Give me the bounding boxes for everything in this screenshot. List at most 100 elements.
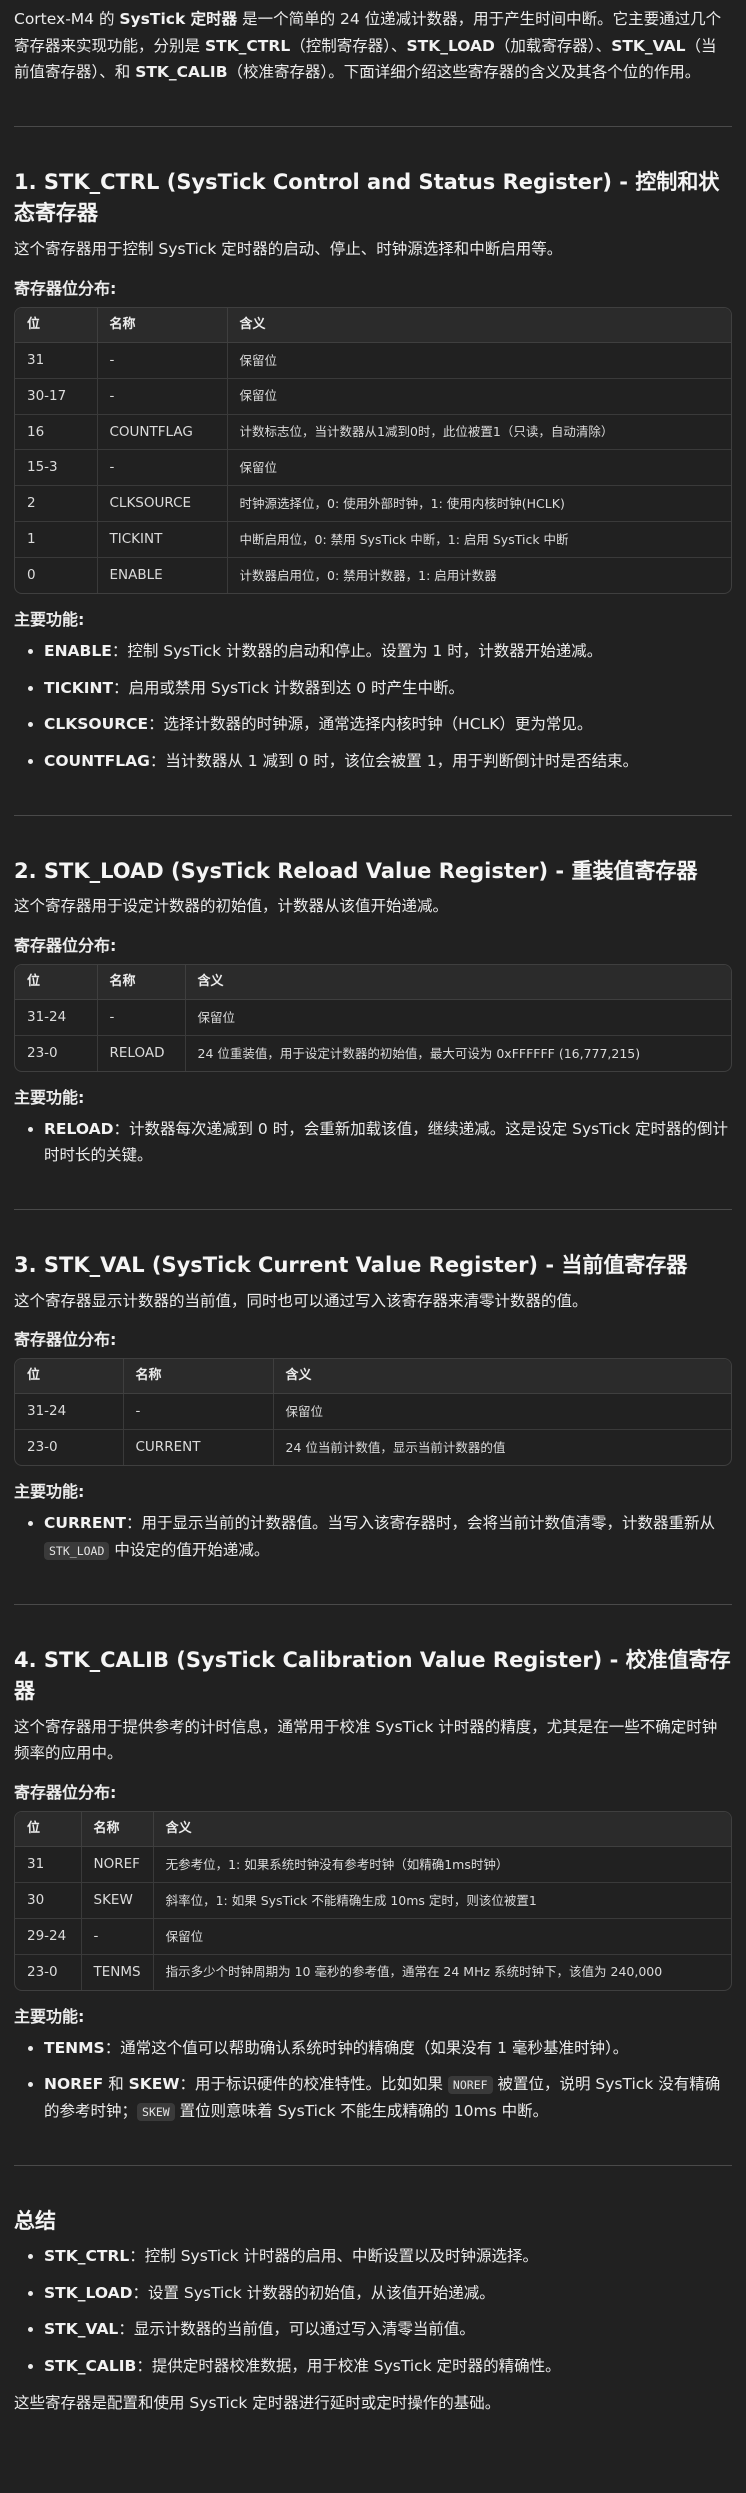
table-header-row: 位 名称 含义 [15, 1811, 731, 1848]
cell-meaning: 无参考位，1: 如果系统时钟没有参考时钟（如精确1ms时钟） [153, 1846, 731, 1883]
cell-bit: 2 [15, 485, 98, 523]
item-text: ：控制 SysTick 计数器的启动和停止。设置为 1 时，计数器开始递减。 [111, 642, 603, 661]
table-row: 15-3- 保留位 [15, 449, 731, 487]
list-item: COUNTFLAG：当计数器从 1 减到 0 时，该位会被置 1，用于判断倒计时… [44, 748, 732, 775]
table-header-row: 位 名称 含义 [15, 964, 731, 1001]
section-description: 这个寄存器显示计数器的当前值，同时也可以通过写入该寄存器来清零计数器的值。 [14, 1291, 588, 1310]
cell-meaning: 保留位 [227, 342, 731, 379]
cell-meaning: 计数器启用位，0: 禁用计数器，1: 启用计数器 [239, 567, 497, 583]
item-key: NOREF [44, 2075, 104, 2094]
item-text: ：用于标识硬件的校准特性。比如如果 [179, 2075, 448, 2094]
list-item: CURRENT：用于显示当前的计数器值。当写入该寄存器时，会将当前计数值清零，计… [44, 1510, 732, 1563]
item-text: 中设定的值开始递减。 [109, 1540, 270, 1559]
header-meaning: 含义 [185, 964, 731, 1001]
section-description: 这个寄存器用于控制 SysTick 定时器的启动、停止、时钟源选择和中断启用等。 [14, 239, 563, 258]
section-stk-calib: 4. STK_CALIB (SysTick Calibration Value … [14, 1645, 732, 2125]
cell-name: - [81, 1918, 154, 1955]
list-item: TICKINT：启用或禁用 SysTick 计数器到达 0 时产生中断。 [44, 675, 732, 702]
intro-bold: STK_LOAD [406, 36, 495, 55]
intro-paragraph: Cortex-M4 的 SysTick 定时器 是一个简单的 24 位递减计数器… [14, 6, 732, 86]
cell-bit: 30 [15, 1882, 82, 1919]
header-name: 名称 [97, 307, 228, 343]
cell-meaning: 斜率位，1: 如果 SysTick 不能精确生成 10ms 定时，则该位被置1 [153, 1882, 731, 1919]
header-name: 名称 [123, 1359, 274, 1395]
table-row: 31-24- 保留位 [15, 1393, 731, 1431]
item-text: ：提供定时器校准数据，用于校准 SysTick 定时器的精确性。 [136, 2357, 561, 2376]
intro-bold: STK_VAL [611, 36, 686, 55]
table-row: 31- 保留位 [15, 342, 731, 379]
register-table: 位 名称 含义 31- 保留位 30-17- 保留位 16 COUNTFLAG 计数标志… [14, 306, 732, 595]
item-key: STK_VAL [44, 2320, 119, 2339]
header-bit: 位 [15, 1359, 124, 1395]
functions-heading: 主要功能: [14, 1482, 85, 1502]
list-item: CLKSOURCE：选择计数器的时钟源，通常选择内核时钟（HCLK）更为常见。 [44, 711, 732, 738]
cell-bit: 31 [15, 1846, 82, 1883]
table-row: 23-0 TENMS 指示多少个时钟周期为 10 毫秒的参考值，通常在 24 MHz… [15, 1954, 731, 1990]
table-row: 29-24- 保留位 [15, 1918, 731, 1955]
header-meaning: 含义 [153, 1811, 731, 1848]
list-item: NOREF 和 SKEW：用于标识硬件的校准特性。比如如果 NOREF 被置位，… [44, 2071, 732, 2124]
section-title: 4. STK_CALIB (SysTick Calibration Value … [14, 1647, 731, 1704]
cell-name: ENABLE [97, 557, 228, 594]
register-layout-heading: 寄存器位分布: [14, 1782, 117, 1802]
cell-meaning: 中断启用位，0: 禁用 SysTick 中断，1: 启用 SysTick 中断 [227, 521, 731, 559]
functions-list: RELOAD：计数器每次递减到 0 时，会重新加载该值，继续递减。这是设定 Sy… [14, 1116, 732, 1169]
item-key: COUNTFLAG [44, 752, 150, 771]
cell-bit: 23-0 [15, 1429, 124, 1466]
section-description: 这个寄存器用于设定计数器的初始值，计数器从该值开始递减。 [14, 897, 449, 916]
header-name: 名称 [81, 1811, 154, 1848]
section-title: 1. STK_CTRL (SysTick Control and Status … [14, 169, 720, 226]
item-text: ：控制 SysTick 计时器的启用、中断设置以及时钟源选择。 [129, 2247, 539, 2266]
section-title: 2. STK_LOAD (SysTick Reload Value Regist… [14, 858, 698, 883]
functions-heading: 主要功能: [14, 1087, 85, 1107]
register-table: 位 名称 含义 31-24- 保留位 23-0 CURRENT 24 位当前计数值，显… [14, 1358, 732, 1467]
section-title: 3. STK_VAL (SysTick Current Value Regist… [14, 1253, 688, 1278]
table-header-row: 位 名称 含义 [15, 1359, 731, 1395]
item-key: STK_CALIB [44, 2357, 137, 2376]
cell-meaning: 计数标志位，当计数器从1减到0时，此位被置1（只读，自动清除） [227, 414, 731, 451]
cell-meaning: 指示多少个时钟周期为 10 毫秒的参考值，通常在 24 MHz 系统时钟下，该值… [165, 1964, 663, 1980]
cell-name: CLKSOURCE [97, 485, 228, 523]
list-item: ENABLE：控制 SysTick 计数器的启动和停止。设置为 1 时，计数器开… [44, 638, 732, 665]
register-table: 位 名称 含义 31-24- 保留位 23-0 RELOAD 24 位重装值，用于设定… [14, 963, 732, 1072]
intro-bold: STK_CALIB [135, 63, 228, 82]
register-layout-heading: 寄存器位分布: [14, 1330, 117, 1350]
cell-name: TICKINT [97, 521, 228, 559]
divider [14, 125, 732, 127]
inline-code: STK_LOAD [44, 1541, 110, 1560]
table-row: 1 TICKINT 中断启用位，0: 禁用 SysTick 中断，1: 启用 Sys… [15, 521, 731, 559]
intro-text: （校准寄存器）。下面详细介绍这些寄存器的含义及其各个位的作用。 [227, 63, 701, 82]
item-key: ENABLE [44, 642, 112, 661]
list-item: STK_LOAD：设置 SysTick 计数器的初始值，从该值开始递减。 [44, 2280, 732, 2307]
section-stk-val: 3. STK_VAL (SysTick Current Value Regist… [14, 1250, 732, 1563]
item-text: ：当计数器从 1 减到 0 时，该位会被置 1，用于判断倒计时是否结束。 [149, 752, 639, 771]
item-text: ：启用或禁用 SysTick 计数器到达 0 时产生中断。 [113, 678, 465, 697]
inline-code: NOREF [447, 2076, 493, 2095]
item-key: TENMS [44, 2038, 105, 2057]
header-meaning: 含义 [227, 307, 731, 343]
functions-list: ENABLE：控制 SysTick 计数器的启动和停止。设置为 1 时，计数器开… [14, 638, 732, 775]
list-item: STK_CTRL：控制 SysTick 计时器的启用、中断设置以及时钟源选择。 [44, 2243, 732, 2270]
cell-bit: 23-0 [15, 1035, 98, 1071]
item-text: 置位则意味着 SysTick 不能生成精确的 10ms 中断。 [174, 2101, 549, 2120]
divider [14, 814, 732, 816]
summary-title: 总结 [14, 2208, 56, 2233]
intro-text: （加载寄存器）、 [494, 36, 612, 55]
item-text: ：设置 SysTick 计数器的初始值，从该值开始递减。 [132, 2283, 495, 2302]
item-text: 和 [103, 2075, 129, 2094]
table-row: 30 SKEW 斜率位，1: 如果 SysTick 不能精确生成 10ms 定时，则… [15, 1882, 731, 1919]
intro-text: Cortex-M4 的 [14, 10, 120, 28]
item-key: STK_LOAD [44, 2283, 133, 2302]
divider [14, 1209, 732, 1211]
intro-bold: SysTick 定时器 [119, 10, 238, 28]
cell-meaning: 保留位 [185, 999, 731, 1036]
list-item: STK_VAL：显示计数器的当前值，可以通过写入清零当前值。 [44, 2316, 732, 2343]
cell-name: - [97, 378, 228, 415]
summary-closing: 这些寄存器是配置和使用 SysTick 定时器进行延时或定时操作的基础。 [14, 2393, 501, 2412]
table-header-row: 位 名称 含义 [15, 307, 731, 343]
cell-meaning: 保留位 [227, 378, 731, 415]
cell-name: NOREF [81, 1846, 154, 1883]
document: Cortex-M4 的 SysTick 定时器 是一个简单的 24 位递减计数器… [0, 0, 746, 2456]
functions-heading: 主要功能: [14, 2006, 85, 2026]
cell-name: COUNTFLAG [97, 414, 228, 451]
